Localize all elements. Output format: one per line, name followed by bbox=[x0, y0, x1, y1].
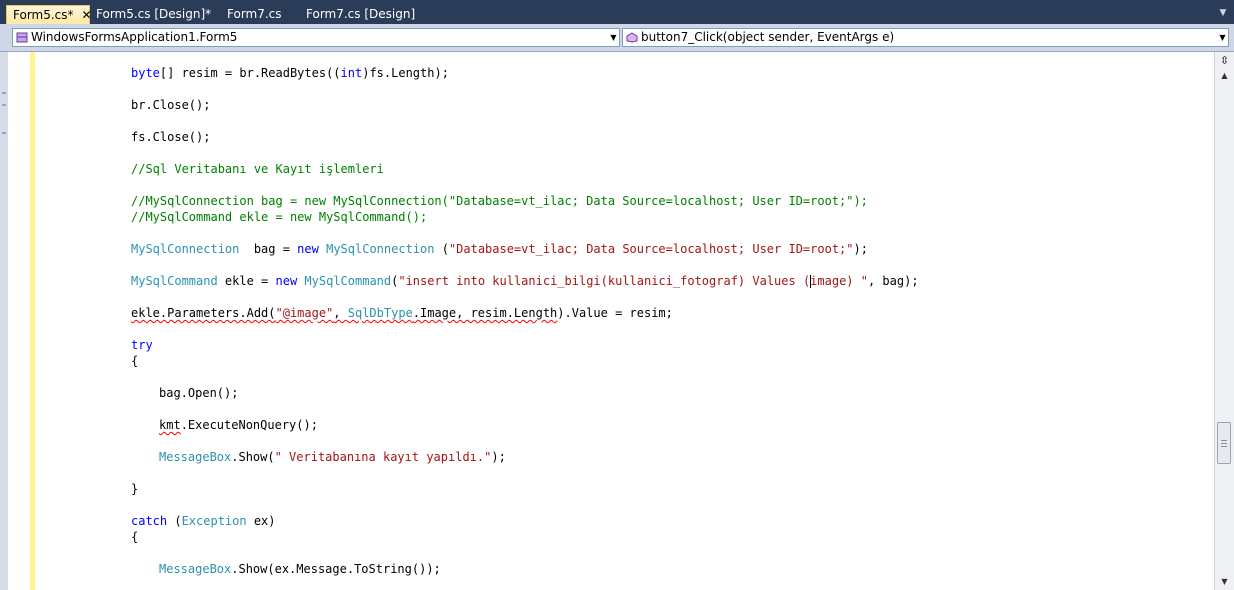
tab-label: Form5.cs [Design]* bbox=[96, 7, 212, 21]
code-text[interactable]: byte[] resim = br.ReadBytes((int)fs.Leng… bbox=[0, 52, 1214, 590]
code-line: bag.Open(); bbox=[159, 386, 239, 400]
code-line: { bbox=[131, 354, 139, 368]
code-line: } bbox=[131, 482, 139, 496]
tab-label: Form5.cs* bbox=[13, 8, 74, 22]
vertical-scrollbar[interactable]: ⇳ ▲ ▼ bbox=[1214, 52, 1234, 590]
scroll-up-icon[interactable]: ▲ bbox=[1217, 70, 1232, 82]
error-squiggle[interactable]: kmt bbox=[159, 418, 181, 432]
member-dropdown[interactable]: button7_Click(object sender, EventArgs e… bbox=[622, 28, 1229, 47]
code-line: br.Close(); bbox=[131, 98, 211, 112]
code-comment-line: //Sql Veritabanı ve Kayıt işlemleri bbox=[131, 162, 384, 176]
code-editor[interactable]: byte[] resim = br.ReadBytes((int)fs.Leng… bbox=[0, 52, 1214, 590]
tab-form7-cs[interactable]: Form7.cs bbox=[221, 5, 288, 24]
code-comment-line: //MySqlConnection bag = new MySqlConnect… bbox=[131, 194, 868, 208]
tab-label: Form7.cs bbox=[227, 7, 282, 21]
error-squiggle[interactable]: ekle.Parameters.Add("@image", SqlDbType.… bbox=[131, 306, 557, 320]
code-line: fs.Close(); bbox=[131, 130, 211, 144]
document-tab-strip: Form5.cs* ✕ Form5.cs [Design]* Form7.cs F… bbox=[0, 0, 1234, 24]
code-line: MessageBox.Show(" Veritabanına kayıt yap… bbox=[159, 450, 506, 464]
code-line: byte[] resim = br.ReadBytes((int)fs.Leng… bbox=[131, 66, 449, 80]
code-line: MySqlConnection bag = new MySqlConnectio… bbox=[131, 242, 868, 256]
tab-form5-cs[interactable]: Form5.cs* ✕ bbox=[6, 5, 92, 24]
tab-label: Form7.cs [Design] bbox=[306, 7, 416, 21]
code-line: MySqlCommand ekle = new MySqlCommand("in… bbox=[131, 274, 919, 288]
scroll-down-icon[interactable]: ▼ bbox=[1217, 576, 1232, 588]
code-line: kmt.ExecuteNonQuery(); bbox=[159, 418, 318, 432]
chevron-down-icon[interactable]: ▼ bbox=[1217, 29, 1228, 46]
tab-form7-design[interactable]: Form7.cs [Design] bbox=[300, 5, 421, 24]
code-line: catch (Exception ex) bbox=[131, 514, 276, 528]
tab-list-dropdown-icon[interactable]: ▼ bbox=[1218, 8, 1228, 18]
chevron-down-icon[interactable]: ▼ bbox=[608, 29, 619, 46]
tab-form5-design[interactable]: Form5.cs [Design]* bbox=[90, 5, 217, 24]
code-line: try bbox=[131, 338, 153, 352]
method-icon bbox=[626, 32, 638, 43]
class-dropdown[interactable]: WindowsFormsApplication1.Form5 ▼ bbox=[12, 28, 620, 47]
code-line: { bbox=[131, 530, 139, 544]
code-line: ekle.Parameters.Add("@image", SqlDbType.… bbox=[131, 306, 673, 320]
class-icon bbox=[16, 32, 28, 43]
split-window-icon[interactable]: ⇳ bbox=[1217, 53, 1232, 68]
code-comment-line: //MySqlCommand ekle = new MySqlCommand()… bbox=[131, 210, 428, 224]
class-dropdown-value: WindowsFormsApplication1.Form5 bbox=[31, 30, 238, 44]
code-line: MessageBox.Show(ex.Message.ToString()); bbox=[159, 562, 441, 576]
navigation-bar: WindowsFormsApplication1.Form5 ▼ button7… bbox=[0, 24, 1234, 52]
scroll-thumb[interactable] bbox=[1217, 422, 1231, 464]
member-dropdown-value: button7_Click(object sender, EventArgs e… bbox=[641, 30, 895, 44]
